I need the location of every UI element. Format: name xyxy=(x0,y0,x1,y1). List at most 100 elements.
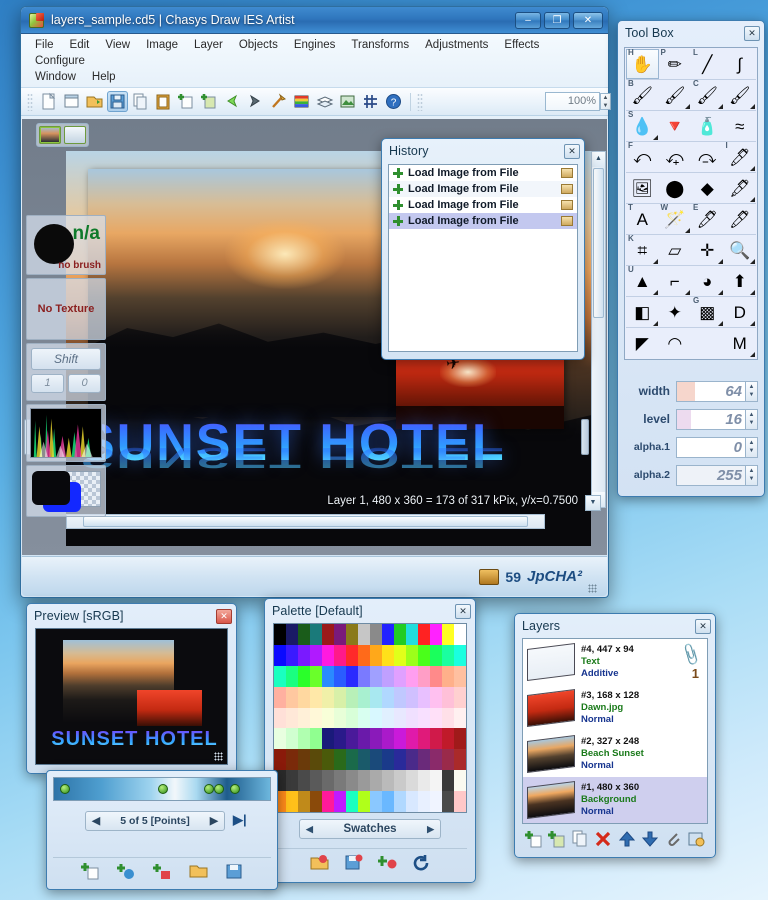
paste-icon[interactable] xyxy=(153,91,174,112)
palette-color-cell[interactable] xyxy=(430,707,442,729)
zoom-input[interactable]: 100% ▲ ▼ xyxy=(545,92,611,111)
menu-objects[interactable]: Objects xyxy=(231,37,286,53)
zoom-tool[interactable]: 🔍 xyxy=(724,235,757,265)
canvas-vertical-scrollbar[interactable]: ▲ ▼ xyxy=(591,151,606,508)
pencil-tool[interactable]: P ✏ xyxy=(659,49,692,79)
tool-options-marker[interactable] xyxy=(717,104,723,109)
palette-color-cell[interactable] xyxy=(454,707,466,729)
palette-color-cell[interactable] xyxy=(274,686,286,708)
palette-titlebar[interactable]: Palette [Default] ✕ xyxy=(265,599,475,623)
tool-options-marker[interactable] xyxy=(750,352,755,357)
param-alpha2-field[interactable]: 255 xyxy=(676,464,746,486)
hand-tool[interactable]: H ✋ xyxy=(626,49,659,79)
zoom-stepper[interactable]: ▲ ▼ xyxy=(600,93,611,110)
tool-options-marker[interactable] xyxy=(685,228,690,233)
reset-palette-icon[interactable] xyxy=(411,854,431,872)
palette-color-cell[interactable] xyxy=(382,770,394,792)
palette-color-cell[interactable] xyxy=(286,624,298,645)
rotate-tool[interactable]: ⤽ xyxy=(659,142,692,172)
copy-layer-icon[interactable] xyxy=(571,830,589,848)
palette-color-cell[interactable] xyxy=(394,791,406,812)
toolbox-close-button[interactable]: ✕ xyxy=(744,25,760,41)
eyedropper-tool[interactable]: I 🖊 xyxy=(724,142,757,172)
palette-color-cell[interactable] xyxy=(454,749,466,771)
canvas-horizontal-scrollbar[interactable] xyxy=(66,514,545,529)
tool-options-marker[interactable] xyxy=(652,259,658,264)
palette-color-cell[interactable] xyxy=(346,644,358,666)
palette-color-cell[interactable] xyxy=(274,749,286,771)
palette-color-cell[interactable] xyxy=(430,665,442,687)
swatch-next-button[interactable]: ▶ xyxy=(427,824,434,835)
gradient-tool[interactable]: G ▩ xyxy=(691,297,724,327)
airbrush-tool[interactable]: 🧴 xyxy=(691,111,724,141)
main-titlebar[interactable]: layers_sample.cd5 | Chasys Draw IES Arti… xyxy=(21,7,608,34)
history-item[interactable]: Load Image from File xyxy=(389,181,577,197)
palette-color-cell[interactable] xyxy=(430,686,442,708)
eraser2-tool[interactable]: ▱ xyxy=(659,235,692,265)
palette-color-cell[interactable] xyxy=(322,644,334,666)
palette-color-cell[interactable] xyxy=(310,665,322,687)
brush-preview-box[interactable]: n/a no brush xyxy=(26,215,106,275)
palette-color-cell[interactable] xyxy=(358,728,370,750)
palette-color-cell[interactable] xyxy=(334,707,346,729)
palette-color-cell[interactable] xyxy=(274,644,286,666)
palette-color-cell[interactable] xyxy=(442,770,454,792)
crop-tool[interactable]: K ⌗ xyxy=(626,235,659,265)
palette-color-cell[interactable] xyxy=(298,665,310,687)
palette-color-cell[interactable] xyxy=(430,749,442,771)
layer-row[interactable]: #3, 168 x 128 Dawn.jpg Normal xyxy=(523,685,707,731)
layers-icon[interactable] xyxy=(314,91,335,112)
undo-icon[interactable] xyxy=(222,91,243,112)
menu-view[interactable]: View xyxy=(97,37,138,53)
preview-resize-grip[interactable] xyxy=(214,752,223,761)
scroll-up-arrow[interactable]: ▲ xyxy=(592,152,605,167)
palette-color-cell[interactable] xyxy=(322,707,334,729)
gradient-point[interactable] xyxy=(158,784,168,794)
preview-canvas[interactable]: SUNSET HOTEL xyxy=(35,628,228,765)
palette-color-cell[interactable] xyxy=(322,728,334,750)
palette-color-cell[interactable] xyxy=(298,644,310,666)
palette-color-cell[interactable] xyxy=(382,728,394,750)
palette-color-cell[interactable] xyxy=(358,624,370,645)
palette-color-cell[interactable] xyxy=(406,707,418,729)
palette-color-cell[interactable] xyxy=(418,770,430,792)
delete-layer-icon[interactable] xyxy=(594,830,612,848)
palette-color-cell[interactable] xyxy=(406,791,418,812)
save-gradient-icon[interactable] xyxy=(224,863,244,881)
palette-color-cell[interactable] xyxy=(418,686,430,708)
palette-color-cell[interactable] xyxy=(418,791,430,812)
palette-color-cell[interactable] xyxy=(298,624,310,645)
menu-layer[interactable]: Layer xyxy=(186,37,231,53)
help-icon[interactable]: ? xyxy=(383,91,404,112)
clone-brush-tool[interactable]: C 🖌 xyxy=(691,80,724,110)
palette-color-cell[interactable] xyxy=(286,686,298,708)
palette-color-cell[interactable] xyxy=(442,791,454,812)
palette-color-cell[interactable] xyxy=(334,624,346,645)
palette-color-cell[interactable] xyxy=(310,644,322,666)
flip-tool[interactable]: F ⤺ xyxy=(626,142,659,172)
wave-tool[interactable]: ≈ xyxy=(724,111,757,141)
palette-color-cell[interactable] xyxy=(418,707,430,729)
layers-titlebar[interactable]: Layers ✕ xyxy=(515,614,715,638)
palette-color-cell[interactable] xyxy=(382,749,394,771)
maximize-button[interactable]: ❐ xyxy=(544,11,570,29)
palette-color-cell[interactable] xyxy=(370,665,382,687)
foreground-color-swatch[interactable] xyxy=(32,471,70,505)
points-prev-button[interactable]: ◀ xyxy=(92,815,100,827)
palette-color-cell[interactable] xyxy=(310,791,322,812)
palette-color-cell[interactable] xyxy=(394,686,406,708)
palette-color-cell[interactable] xyxy=(370,728,382,750)
palette-color-cell[interactable] xyxy=(370,644,382,666)
open-gradient-icon[interactable] xyxy=(188,863,208,881)
new-window-icon[interactable] xyxy=(61,91,82,112)
new-layer-icon[interactable] xyxy=(524,830,543,848)
palette-color-cell[interactable] xyxy=(310,707,322,729)
palette-close-button[interactable]: ✕ xyxy=(455,603,471,619)
palette-color-cell[interactable] xyxy=(430,770,442,792)
curve-tool[interactable]: ∫ xyxy=(724,49,757,79)
canvas-status-dropdown[interactable]: ▼ xyxy=(585,495,601,511)
palette-color-cell[interactable] xyxy=(406,624,418,645)
palette-color-cell[interactable] xyxy=(286,749,298,771)
palette-color-cell[interactable] xyxy=(334,686,346,708)
palette-color-cell[interactable] xyxy=(298,707,310,729)
